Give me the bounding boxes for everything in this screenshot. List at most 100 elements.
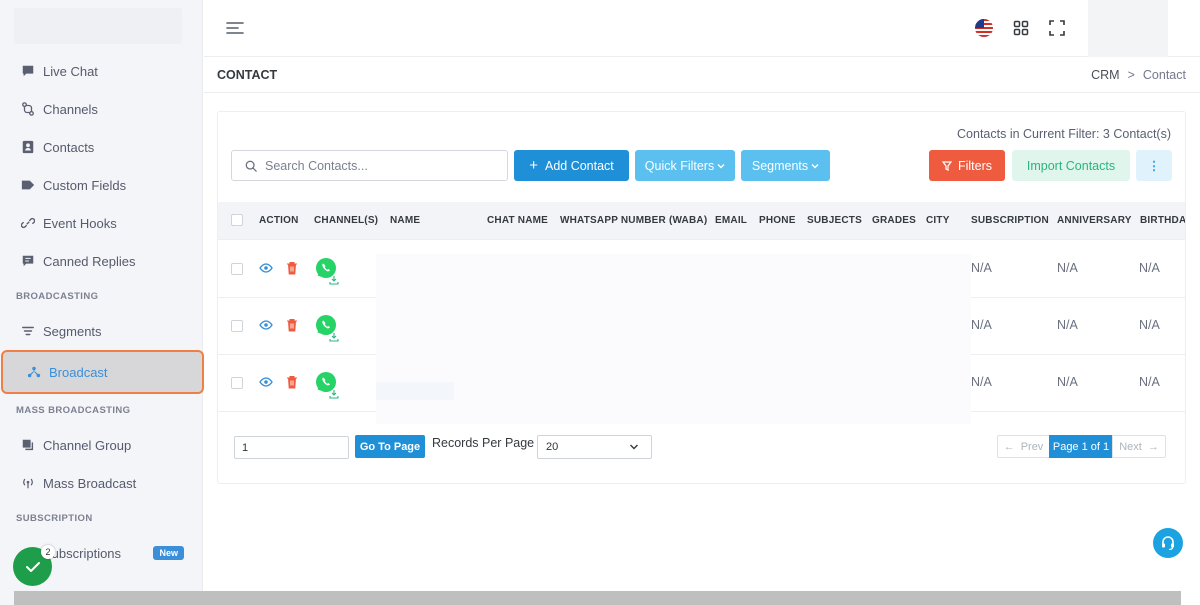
sidebar-nav: Live Chat Channels Contacts Custom Field…: [0, 52, 204, 572]
column-header: NAME: [390, 215, 421, 226]
user-avatar[interactable]: [1088, 0, 1168, 60]
column-header: SUBJECTS: [807, 215, 862, 226]
section-mass-broadcasting: MASS BROADCASTING: [16, 404, 131, 416]
sidebar-item-label: Canned Replies: [43, 253, 136, 269]
download-icon[interactable]: [329, 275, 339, 285]
column-header: SUBSCRIPTION: [971, 215, 1049, 226]
add-contact-label: Add Contact: [544, 158, 614, 173]
next-label: Next: [1119, 440, 1142, 453]
sidebar-item-mass-broadcast[interactable]: Mass Broadcast: [0, 464, 203, 502]
arrow-left-icon: ←: [1003, 440, 1015, 453]
records-per-page-select[interactable]: 20: [537, 435, 652, 459]
more-options-button[interactable]: ⋮: [1136, 150, 1172, 181]
us-flag-icon[interactable]: [975, 19, 993, 37]
delete-trash-icon[interactable]: [286, 375, 298, 389]
sidebar-item-live-chat[interactable]: Live Chat: [0, 52, 203, 90]
redacted-contact-data: [376, 382, 454, 400]
download-icon[interactable]: [329, 332, 339, 342]
import-contacts-label: Import Contacts: [1026, 158, 1116, 173]
view-eye-icon[interactable]: [259, 318, 273, 332]
horizontal-scrollbar[interactable]: [14, 591, 1181, 605]
column-header: CHAT NAME: [487, 215, 549, 226]
sidebar-item-label: Segments: [43, 323, 102, 339]
breadcrumb-separator: >: [1127, 68, 1135, 82]
logo[interactable]: [14, 8, 182, 44]
filter-count-text: Contacts in Current Filter: 3 Contact(s): [957, 127, 1171, 141]
add-contact-button[interactable]: + Add Contact: [514, 150, 629, 181]
link-icon: [21, 216, 35, 230]
sidebar-item-channel-group[interactable]: Channel Group: [0, 426, 203, 464]
prev-page-button[interactable]: ← Prev: [997, 435, 1050, 458]
download-icon[interactable]: [329, 389, 339, 399]
import-contacts-button[interactable]: Import Contacts: [1012, 150, 1130, 181]
sidebar-item-label: Channels: [43, 101, 98, 117]
segments-label: Segments: [751, 158, 809, 173]
filter-lines-icon: [21, 324, 35, 338]
new-badge: New: [153, 546, 184, 560]
broadcast-icon: [27, 365, 41, 379]
sidebar-item-custom-fields[interactable]: Custom Fields: [0, 166, 203, 204]
apps-grid-icon[interactable]: [1013, 20, 1029, 36]
row-checkbox[interactable]: [231, 263, 243, 275]
quick-filters-button[interactable]: Quick Filters: [635, 150, 735, 181]
breadcrumb-root[interactable]: CRM: [1091, 68, 1119, 82]
sidebar-item-broadcast[interactable]: Broadcast: [1, 350, 204, 394]
view-eye-icon[interactable]: [259, 375, 273, 389]
sidebar-item-label: Event Hooks: [43, 215, 117, 231]
column-header: WHATSAPP NUMBER (WABA): [560, 215, 708, 226]
sidebar-item-contacts[interactable]: Contacts: [0, 128, 203, 166]
support-chat-button[interactable]: [1153, 528, 1183, 558]
segments-button[interactable]: Segments: [741, 150, 830, 181]
delete-trash-icon[interactable]: [286, 261, 298, 275]
birthday-cell: N/A: [1139, 318, 1160, 332]
section-broadcasting: BROADCASTING: [16, 290, 99, 302]
menu-toggle-icon[interactable]: [226, 20, 244, 36]
row-checkbox[interactable]: [231, 377, 243, 389]
column-header: ANNIVERSARY: [1057, 215, 1132, 226]
search-input[interactable]: [265, 158, 485, 173]
sidebar: Live Chat Channels Contacts Custom Field…: [0, 0, 204, 605]
channels-icon: [21, 102, 35, 116]
sidebar-item-label: Live Chat: [43, 63, 98, 79]
row-checkbox[interactable]: [231, 320, 243, 332]
delete-trash-icon[interactable]: [286, 318, 298, 332]
stack-icon: [21, 438, 35, 452]
search-icon: [245, 160, 257, 172]
column-header: EMAIL: [715, 215, 748, 226]
sidebar-item-label: Contacts: [43, 139, 95, 155]
prev-label: Prev: [1020, 440, 1044, 453]
anniversary-cell: N/A: [1057, 261, 1078, 275]
sidebar-item-label: Mass Broadcast: [43, 475, 137, 491]
arrow-right-icon: →: [1147, 440, 1159, 453]
column-header: CHANNEL(S): [314, 215, 379, 226]
table-header: ACTION CHANNEL(S) NAME CHAT NAME WHATSAP…: [218, 202, 1185, 240]
message-icon: [21, 254, 35, 268]
go-to-page-button[interactable]: Go To Page: [355, 435, 425, 458]
records-per-page-value: 20: [546, 441, 559, 453]
sidebar-item-label: Custom Fields: [43, 177, 127, 193]
antenna-icon: [21, 476, 35, 490]
sidebar-item-segments[interactable]: Segments: [0, 312, 203, 350]
topbar: [204, 0, 1200, 60]
sidebar-item-label: Broadcast: [49, 364, 108, 380]
funnel-icon: [941, 160, 952, 171]
birthday-cell: N/A: [1139, 261, 1160, 275]
column-header: ACTION: [259, 215, 299, 226]
sidebar-item-canned-replies[interactable]: Canned Replies: [0, 242, 203, 280]
check-icon: [25, 561, 40, 572]
search-box[interactable]: [231, 150, 508, 181]
filters-button[interactable]: Filters: [929, 150, 1005, 181]
sidebar-item-channels[interactable]: Channels: [0, 90, 203, 128]
view-eye-icon[interactable]: [259, 261, 273, 275]
chevron-down-icon: [811, 163, 819, 168]
subscription-cell: N/A: [971, 318, 992, 332]
section-subscription: SUBSCRIPTION: [16, 512, 93, 524]
page-titlebar: CONTACT CRM > Contact: [204, 57, 1200, 93]
plus-icon: +: [529, 157, 538, 174]
current-page-indicator: Page 1 of 1: [1049, 435, 1113, 458]
sidebar-item-event-hooks[interactable]: Event Hooks: [0, 204, 203, 242]
page-number-input[interactable]: 1: [234, 436, 349, 459]
select-all-checkbox[interactable]: [231, 214, 243, 226]
fullscreen-icon[interactable]: [1049, 20, 1065, 36]
next-page-button[interactable]: Next →: [1112, 435, 1166, 458]
